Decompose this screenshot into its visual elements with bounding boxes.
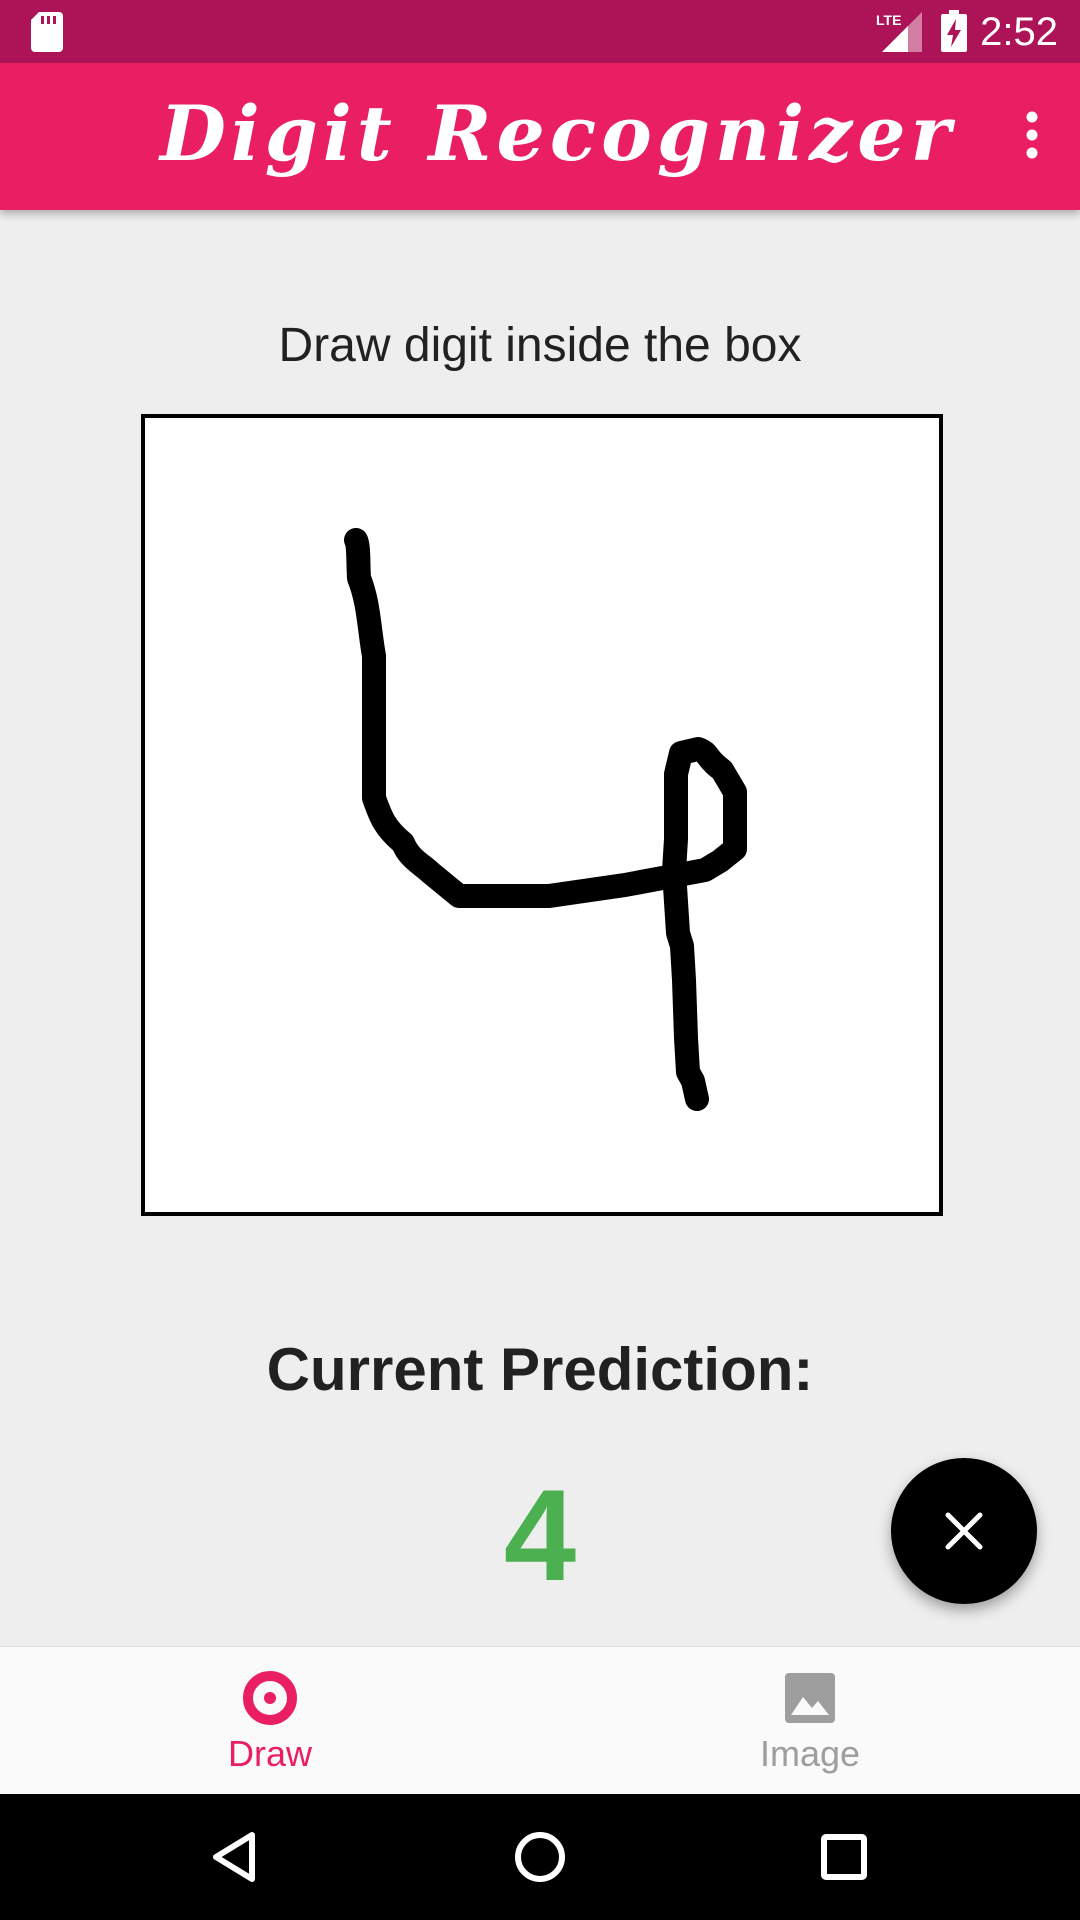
clear-button[interactable] xyxy=(891,1458,1037,1604)
prediction-label: Current Prediction: xyxy=(266,1336,814,1403)
bottom-navigation: Draw Image xyxy=(0,1646,1080,1795)
status-time: 2:52 xyxy=(980,10,1058,54)
more-vert-icon[interactable] xyxy=(1000,103,1064,167)
nav-item-image[interactable]: Image xyxy=(540,1647,1080,1795)
nav-label-draw: Draw xyxy=(227,1733,312,1774)
app-bar: Digit Recognizer xyxy=(0,63,1080,210)
recents-icon[interactable] xyxy=(808,1821,880,1893)
system-navigation-bar xyxy=(0,1794,1080,1920)
back-icon[interactable] xyxy=(200,1821,272,1893)
close-icon xyxy=(945,1512,983,1550)
drawn-digit-stroke xyxy=(344,528,747,1111)
status-bar: LTE 2:52 xyxy=(0,0,1080,63)
svg-text:LTE: LTE xyxy=(876,12,901,28)
image-icon xyxy=(785,1673,835,1723)
nav-item-draw[interactable]: Draw xyxy=(0,1647,540,1795)
nav-label-image: Image xyxy=(759,1733,861,1774)
instruction-text: Draw digit inside the box xyxy=(278,319,802,372)
home-icon[interactable] xyxy=(504,1821,576,1893)
drawing-canvas[interactable] xyxy=(141,414,943,1216)
battery-charging-icon xyxy=(941,10,967,52)
app-title: Digit Recognizer xyxy=(160,89,956,178)
sd-card-icon xyxy=(31,12,63,52)
lte-signal-icon: LTE xyxy=(876,12,922,52)
draw-radio-icon xyxy=(243,1671,297,1725)
